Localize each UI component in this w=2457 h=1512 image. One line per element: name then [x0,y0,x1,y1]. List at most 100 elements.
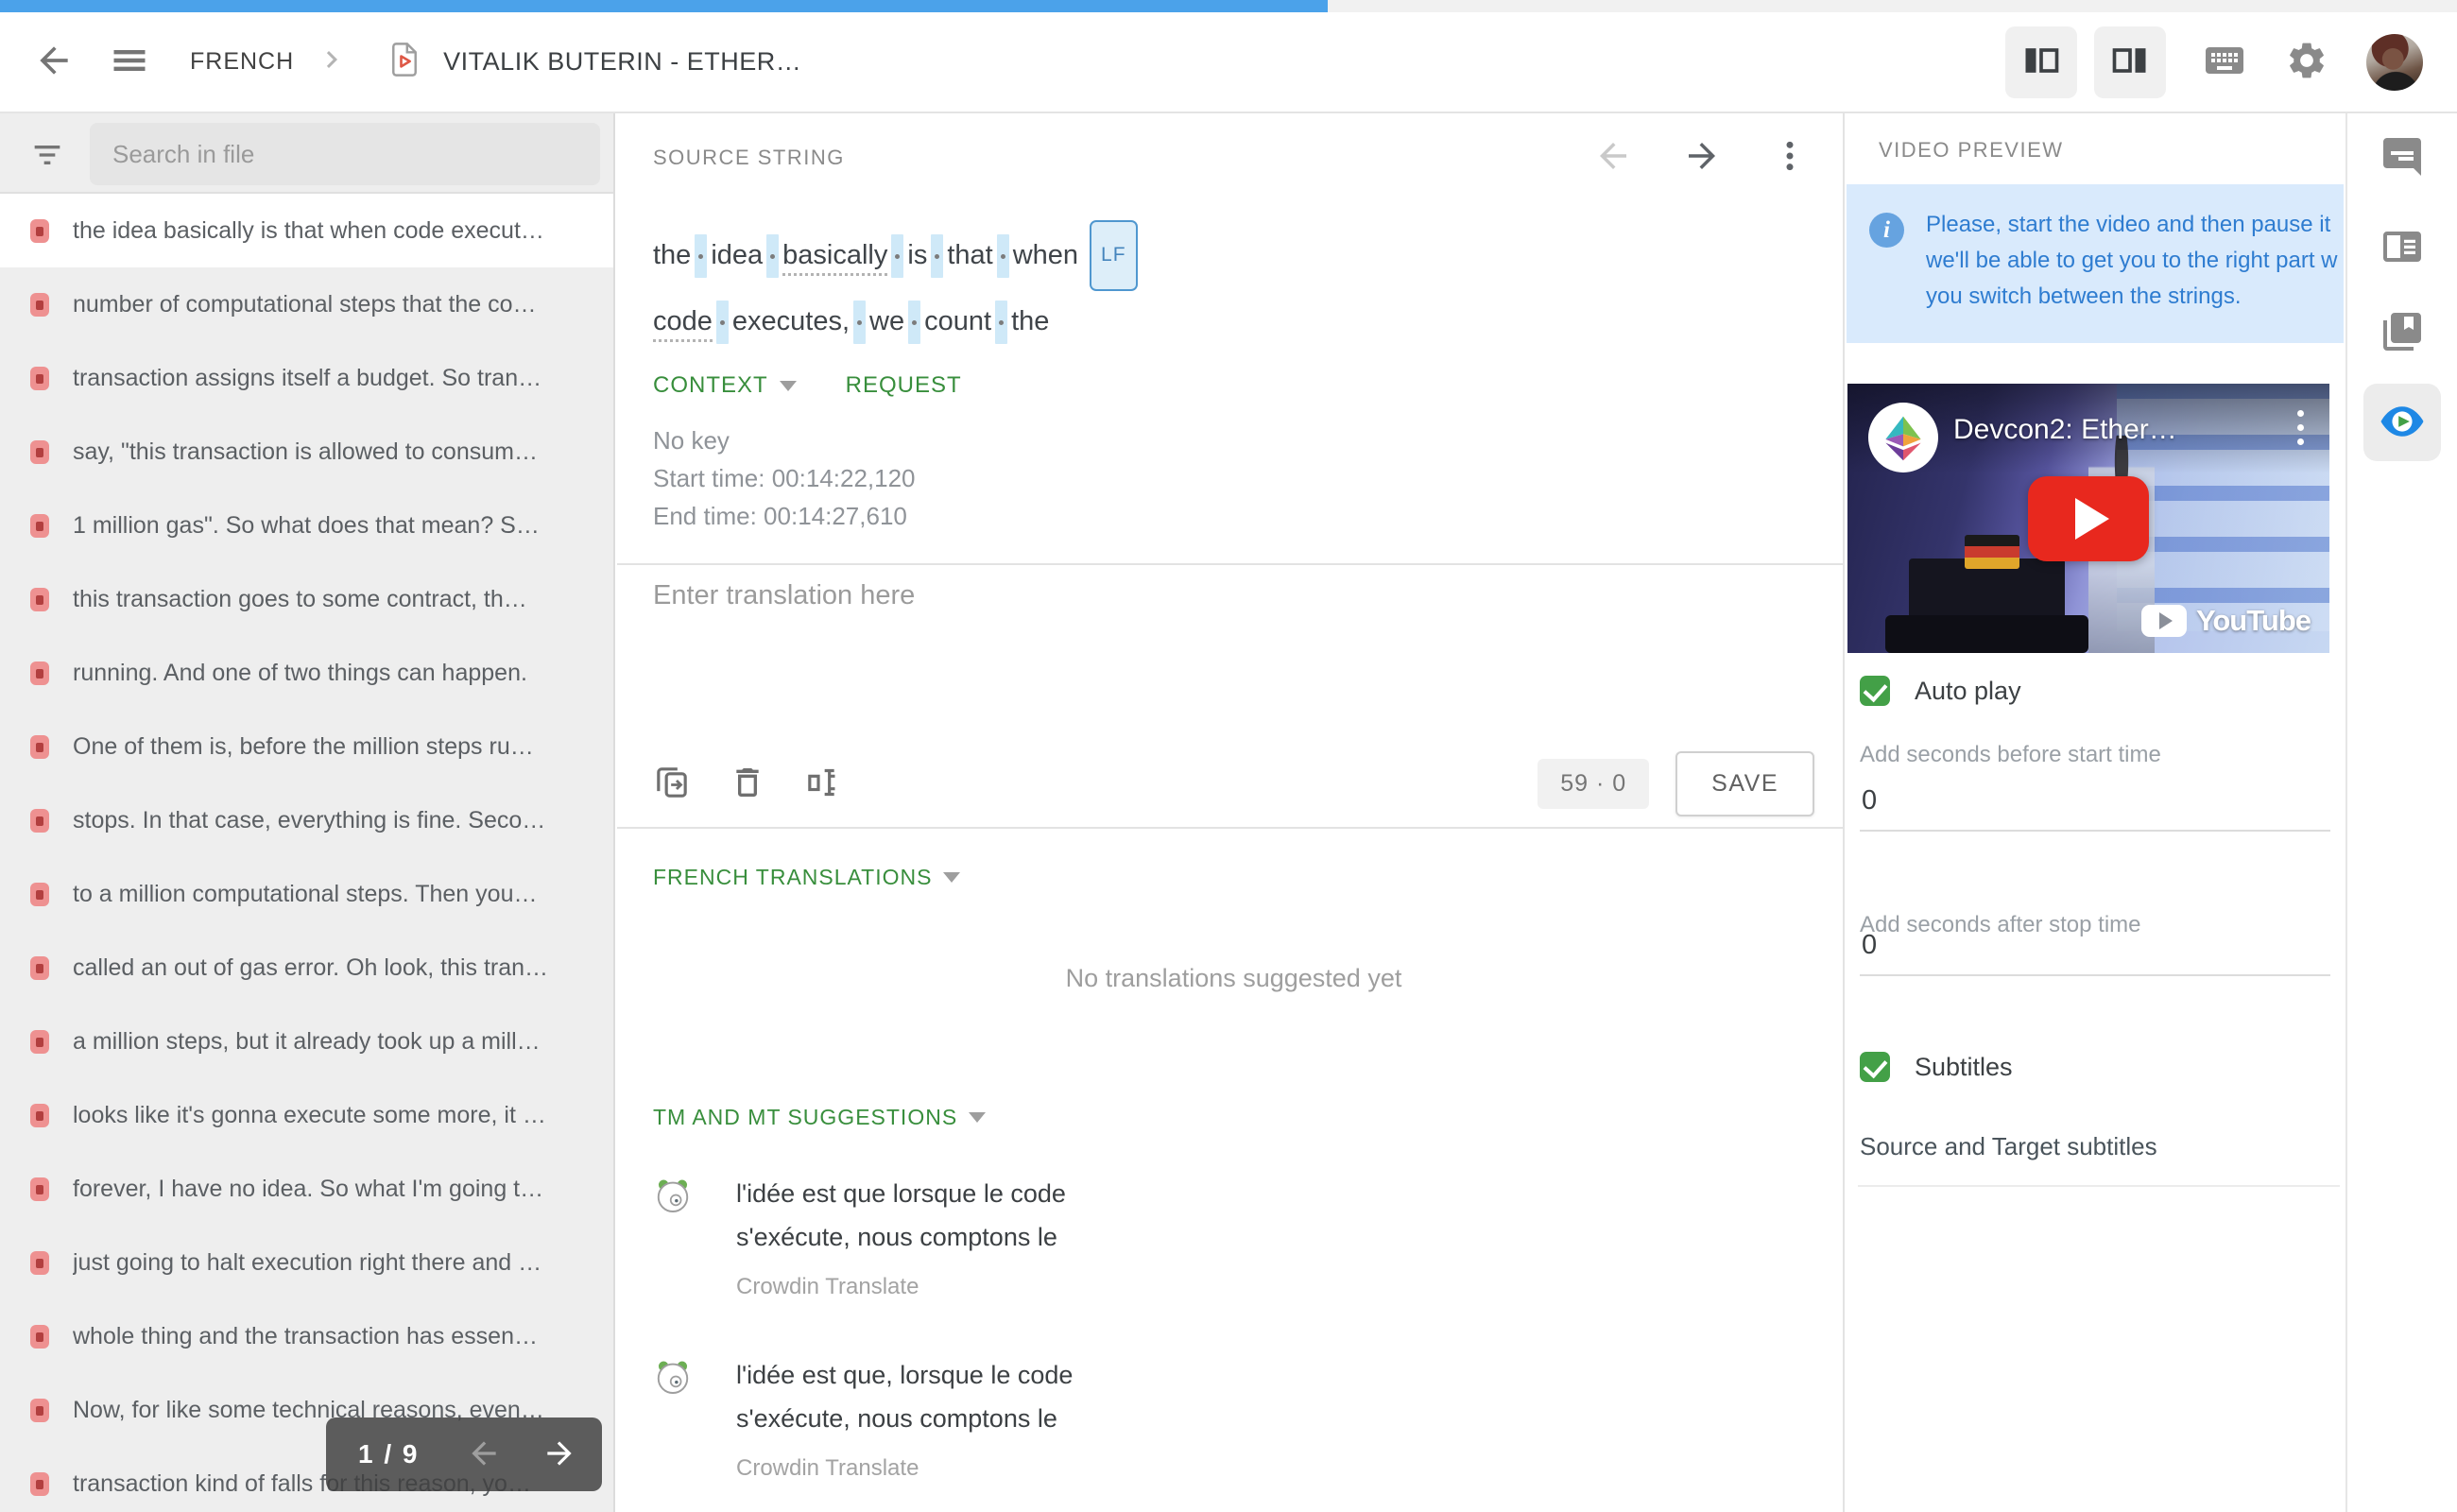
youtube-video-thumbnail[interactable]: Devcon2: Ether… YouTube [1847,384,2329,653]
string-list-item[interactable]: 1 million gas". So what does that mean? … [0,489,613,562]
string-text: just going to halt execution right there… [73,1248,542,1276]
filter-button[interactable] [28,136,66,177]
breadcrumb-language[interactable]: FRENCH [190,48,294,76]
tm-suggestions-header[interactable]: TM AND MT SUGGESTIONS [653,1105,957,1130]
copy-source-button[interactable] [653,764,691,804]
translation-input[interactable] [653,580,1814,741]
settings-button[interactable] [2285,39,2328,85]
previous-string-button[interactable] [1593,136,1633,179]
main-menu-button[interactable] [109,40,150,84]
suggestion-item[interactable]: l'idée est que, lorsque le code s'exécut… [653,1353,1814,1482]
video-menu-icon[interactable] [2297,410,2305,453]
chevron-right-icon [315,43,349,81]
german-flag [1965,535,2019,569]
string-text: a million steps, but it already took up … [73,1027,541,1055]
string-list-item[interactable]: this transaction goes to some contract, … [0,562,613,636]
avatar[interactable] [2366,33,2423,91]
divider [617,563,1843,565]
subtitles-mode-select[interactable]: Source and Target subtitles [1860,1132,2157,1161]
space-marker [931,234,944,279]
video-preview-header: VIDEO PREVIEW [1879,138,2064,162]
page-indicator: 1 / 9 [358,1439,420,1469]
space-marker [695,234,708,279]
autoplay-label: Auto play [1915,676,2021,705]
clear-tags-button[interactable] [804,764,842,804]
arrow-left-icon [466,1435,502,1474]
youtube-play-button[interactable] [2028,475,2149,561]
string-text: whole thing and the transaction has esse… [73,1322,538,1349]
comment-icon [2380,134,2425,182]
keyboard-shortcuts-button[interactable] [2202,38,2247,86]
ethereum-logo[interactable] [1868,403,1938,472]
string-list-item[interactable]: forever, I have no idea. So what I'm goi… [0,1152,613,1226]
untranslated-status-icon [30,882,49,906]
tab-context[interactable]: CONTEXT [653,372,768,399]
bookmark-collection-icon [2380,309,2425,357]
text-cursor-tag-icon [804,764,842,804]
subtitles-toggle[interactable]: Subtitles [1860,1052,2013,1082]
string-text: number of computational steps that the c… [73,290,537,318]
comments-button[interactable] [2365,121,2439,195]
string-list-item[interactable]: looks like it's gonna execute some more,… [0,1078,613,1152]
delete-translation-button[interactable] [729,764,766,804]
terms-button[interactable] [2365,296,2439,369]
string-list-item[interactable]: whole thing and the transaction has esse… [0,1299,613,1373]
string-menu-button[interactable] [1771,137,1809,178]
video-title: Devcon2: Ether… [1953,414,2177,445]
tab-request[interactable]: REQUEST [846,372,962,399]
youtube-play-badge-icon [2141,605,2187,637]
context-info: No key Start time: 00:14:22,120 End time… [653,421,1814,535]
previous-page-button[interactable] [466,1435,502,1474]
context-end-time: End time: 00:14:27,610 [653,502,907,530]
editor-panel: SOURCE STRING the idea basically is that when… [617,113,1843,1512]
back-button[interactable] [33,40,75,84]
next-string-button[interactable] [1682,136,1722,179]
string-text: say, "this transaction is allowed to con… [73,438,538,465]
character-counter: 59 · 0 [1538,758,1650,809]
save-button[interactable]: SAVE [1675,750,1814,816]
string-list-item[interactable]: One of them is, before the million steps… [0,710,613,783]
crowdin-translate-panda-icon [653,1176,693,1215]
untranslated-status-icon [30,513,49,538]
string-text: transaction assigns itself a budget. So … [73,364,542,391]
autoplay-toggle[interactable]: Auto play [1860,676,2021,706]
string-list-item[interactable]: number of computational steps that the c… [0,267,613,341]
copy-icon [653,764,691,804]
space-marker [891,234,904,279]
eye-play-icon [2377,396,2428,450]
filter-icon [28,136,66,177]
keyboard-icon [2202,38,2247,86]
untranslated-status-icon [30,955,49,980]
string-list-item[interactable]: say, "this transaction is allowed to con… [0,415,613,489]
seconds-before-input[interactable] [1860,780,2330,832]
string-list-item[interactable]: just going to halt execution right there… [0,1226,613,1299]
french-translations-header[interactable]: FRENCH TRANSLATIONS [653,865,932,890]
video-preview-toggle-button[interactable] [2363,384,2441,461]
search-box [90,123,600,185]
context-reader-button[interactable] [2365,211,2439,284]
notice-line: Please, start the video and then pause i… [1926,212,2331,237]
string-list-item[interactable]: stops. In that case, everything is fine.… [0,783,613,857]
strings-sidebar: the idea basically is that when code exe… [0,113,615,1512]
string-list-item[interactable]: to a million computational steps. Then y… [0,857,613,931]
before-start-label: Add seconds before start time [1860,742,2161,767]
string-list-item[interactable]: transaction assigns itself a budget. So … [0,341,613,415]
search-input[interactable] [90,123,600,185]
untranslated-status-icon [30,1324,49,1349]
string-list-item[interactable]: called an out of gas error. Oh look, thi… [0,931,613,1005]
toggle-right-panel-button[interactable] [2094,26,2166,98]
seconds-after-input[interactable] [1860,924,2330,976]
toggle-left-panel-button[interactable] [2005,26,2077,98]
suggestion-text: l'idée est que, lorsque le code s'exécut… [736,1361,1074,1433]
youtube-logo[interactable]: YouTube [2141,604,2311,638]
string-list-item[interactable]: a million steps, but it already took up … [0,1005,613,1078]
suggestion-item[interactable]: l'idée est que lorsque le code s'exécute… [653,1172,1814,1300]
space-marker [995,301,1008,345]
string-list-item[interactable]: the idea basically is that when code exe… [0,194,613,267]
podium-base [1885,615,2088,653]
string-text: this transaction goes to some contract, … [73,585,527,612]
suggestion-provider: Crowdin Translate [736,1455,919,1481]
reader-mode-icon [2380,224,2425,272]
string-list-item[interactable]: running. And one of two things can happe… [0,636,613,710]
next-page-button[interactable] [541,1435,577,1474]
